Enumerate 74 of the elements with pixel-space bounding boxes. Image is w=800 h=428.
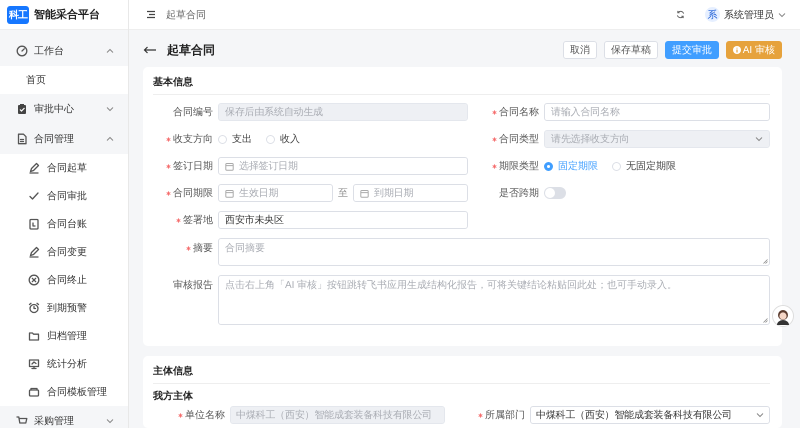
field-label: 摘要 [193, 242, 213, 255]
sidebar-group[interactable]: 审批中心 [0, 94, 128, 124]
radio-option[interactable]: 收入 [266, 132, 300, 146]
toggle-switch[interactable] [544, 187, 566, 199]
subsection-title: 我方主体 [153, 391, 194, 403]
sidebar-item[interactable]: 首页 [0, 66, 128, 94]
field-label: 期限类型 [499, 160, 539, 173]
chevron-up-icon[interactable] [106, 136, 114, 142]
user-avatar[interactable]: 系 [705, 7, 720, 22]
range-separator: 至 [338, 187, 348, 200]
page-title: 起草合同 [167, 42, 216, 58]
radio-option[interactable]: 支出 [218, 132, 252, 146]
sidebar-item[interactable]: 合同变更 [0, 238, 128, 266]
sidebar-item[interactable]: 合同审批 [0, 182, 128, 210]
field-label: 合同期限 [173, 186, 213, 200]
assistant-avatar-icon[interactable] [772, 305, 794, 327]
sidebar-item[interactable]: 合同终止 [0, 266, 128, 294]
circle-x-icon [28, 274, 40, 286]
calendar-icon [360, 188, 369, 198]
gauge-icon [16, 45, 28, 57]
resize-grip-icon[interactable] [763, 318, 768, 323]
folder-icon [28, 330, 40, 342]
sidebar-item[interactable]: 合同模板管理 [0, 378, 128, 406]
sidebar-group[interactable]: 采购管理 [0, 406, 128, 428]
tray-icon [28, 386, 40, 398]
section-title: 主体信息 [153, 364, 770, 384]
sidebar-group[interactable]: 合同管理 [0, 124, 128, 154]
field-label: 是否跨期 [499, 186, 539, 200]
chevron-up-icon[interactable] [106, 48, 114, 54]
radio-option[interactable]: 无固定期限 [612, 159, 676, 173]
pen-icon [28, 162, 40, 174]
field-label: 签订日期 [173, 160, 213, 173]
sidebar-item[interactable]: 归档管理 [0, 322, 128, 350]
chevron-down-icon[interactable] [756, 412, 764, 418]
sidebar-item[interactable]: 合同起草 [0, 154, 128, 182]
ledger-icon [28, 218, 40, 230]
refresh-icon[interactable] [676, 10, 685, 19]
document-icon [16, 133, 28, 145]
radio-button[interactable] [544, 162, 553, 170]
select-field[interactable]: 中煤科工（西安）智能成套装备科技有限公司 [530, 406, 770, 424]
section-title: 基本信息 [153, 75, 770, 95]
text-field[interactable]: 西安市未央区 [218, 211, 468, 229]
field-label: 签署地 [183, 214, 213, 227]
field-label: 单位名称 [185, 408, 225, 422]
field-label: 审核报告 [173, 278, 213, 292]
menu-icon[interactable] [146, 10, 156, 19]
sidebar-item[interactable]: 统计分析 [0, 350, 128, 378]
logo: 科工 [7, 6, 29, 24]
field-label: 合同类型 [499, 132, 539, 146]
sidebar-item[interactable]: 到期预警 [0, 294, 128, 322]
sidebar-group[interactable]: 工作台 [0, 36, 128, 66]
check-icon [28, 190, 40, 202]
chevron-down-icon[interactable] [106, 418, 114, 424]
field-label: 合同名称 [499, 106, 539, 119]
resize-grip-icon[interactable] [763, 259, 768, 264]
field-label: 所属部门 [485, 408, 525, 422]
user-name[interactable]: 系统管理员 [724, 8, 774, 22]
info-icon [732, 46, 741, 54]
clipboard-icon [16, 103, 28, 115]
calendar-icon [225, 188, 234, 198]
back-arrow-icon[interactable] [143, 46, 157, 54]
alarm-clock-icon [28, 302, 40, 314]
presentation-board-icon [28, 358, 40, 370]
action-button[interactable]: 保存草稿 [604, 41, 658, 59]
field-label: 收支方向 [173, 132, 213, 146]
breadcrumb[interactable]: 起草合同 [166, 8, 666, 22]
action-button[interactable]: 取消 [562, 41, 597, 59]
sidebar-item[interactable]: 合同台账 [0, 210, 128, 238]
app-name: 智能采合平台 [34, 8, 100, 22]
chevron-down-icon[interactable] [106, 106, 114, 112]
pen-icon [28, 246, 40, 258]
calendar-icon [225, 162, 234, 170]
chevron-down-icon[interactable] [778, 12, 786, 18]
field-label: 合同编号 [173, 106, 213, 119]
